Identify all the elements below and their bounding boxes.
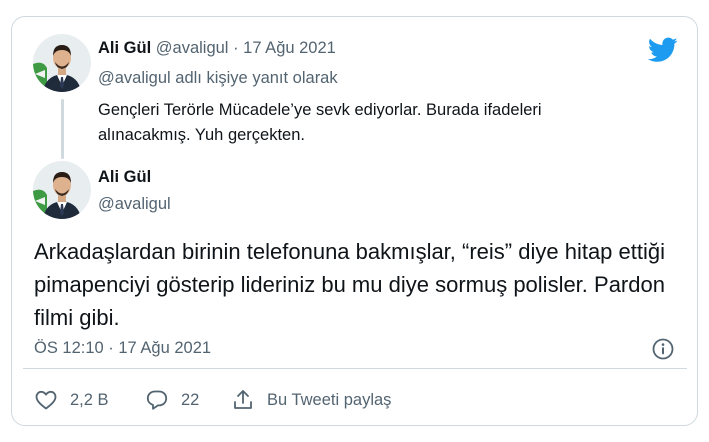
like-button[interactable]: 2,2 B [34,388,109,412]
speech-bubble-icon [146,390,168,410]
parent-tweet-header: Ali Gül @avaligul · 17 Ağu 2021 [98,39,336,58]
share-label: Bu Tweeti paylaş [267,390,392,409]
reply-count: 22 [181,390,200,409]
twitter-bird-icon[interactable] [648,37,678,63]
thread-connector-line [61,99,64,159]
parent-tweet-date[interactable]: 17 Ağu 2021 [243,39,336,57]
main-tweet-text: Arkadaşlardan birinin telefonuna bakmışl… [34,239,665,330]
tweet-timestamp[interactable]: ÖS 12:10 · 17 Ağu 2021 [34,339,211,358]
share-button[interactable]: Bu Tweeti paylaş [231,388,391,412]
reply-context: @avaligul adlı kişiye yanıt olarak [98,69,338,87]
reply-button[interactable]: 22 [145,388,199,412]
parent-author-avatar[interactable] [33,34,91,92]
parent-author-handle[interactable]: @avaligul [156,39,229,57]
embedded-tweet-card[interactable]: Ali Gül @avaligul · 17 Ağu 2021 @avaligu… [11,16,698,426]
main-author-name[interactable]: Ali Gül [98,168,151,187]
share-upload-icon [234,390,252,409]
separator-dot: · [233,39,239,57]
actions-divider [23,368,687,369]
like-count: 2,2 B [70,390,109,409]
main-author-handle[interactable]: @avaligul [98,195,171,214]
parent-author-name[interactable]: Ali Gül [98,39,151,57]
main-author-avatar[interactable] [33,161,91,219]
parent-tweet-text: Gençleri Terörle Mücadele’ye sevk ediyor… [98,101,542,144]
heart-icon [35,390,57,410]
info-icon[interactable] [651,337,675,361]
